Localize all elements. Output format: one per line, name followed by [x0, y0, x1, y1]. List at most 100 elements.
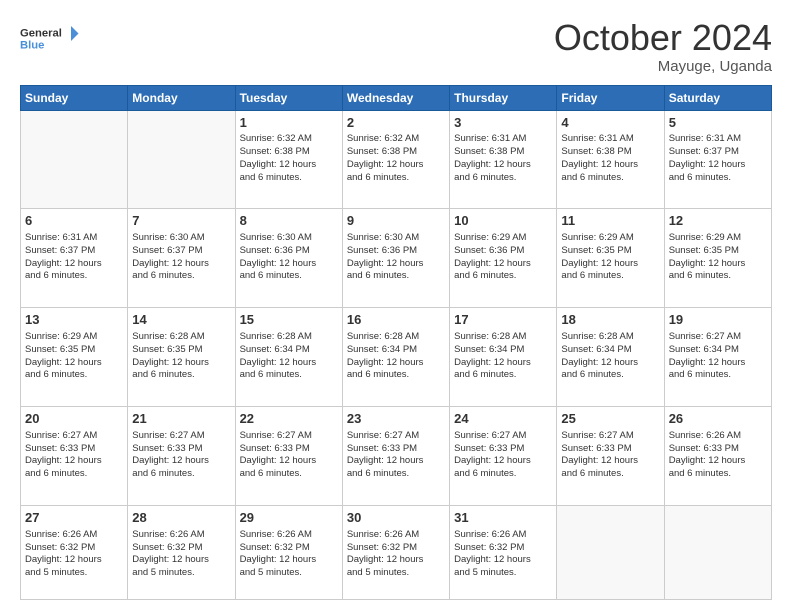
day-number: 29: [240, 509, 338, 527]
day-number: 20: [25, 410, 123, 428]
table-row: 17 Sunrise: 6:28 AMSunset: 6:34 PMDayligh…: [450, 308, 557, 407]
table-row: 28Sunrise: 6:26 AMSunset: 6:32 PMDayligh…: [128, 506, 235, 600]
day-number: 3: [454, 114, 552, 132]
day-number: 5: [669, 114, 767, 132]
table-row: 13 Sunrise: 6:29 AMSunset: 6:35 PMDayligh…: [21, 308, 128, 407]
day-info: Sunrise: 6:27 AMSunset: 6:34 PMDaylight:…: [669, 331, 767, 382]
page: General Blue October 2024 Mayuge, Uganda…: [0, 0, 792, 612]
month-title: October 2024: [554, 18, 772, 58]
table-row: 26 Sunrise: 6:26 AMSunset: 6:33 PMDayligh…: [664, 407, 771, 506]
day-info: Sunrise: 6:29 AMSunset: 6:35 PMDaylight:…: [669, 232, 767, 283]
day-info: Sunrise: 6:31 AMSunset: 6:37 PMDaylight:…: [669, 133, 767, 184]
day-number: 4: [561, 114, 659, 132]
table-row: 31 Sunrise: 6:26 AMSunset: 6:32 PMDayligh…: [450, 506, 557, 600]
table-row: 5Sunrise: 6:31 AMSunset: 6:37 PMDaylight…: [664, 110, 771, 209]
table-row: 15Sunrise: 6:28 AMSunset: 6:34 PMDayligh…: [235, 308, 342, 407]
table-row: 8 Sunrise: 6:30 AMSunset: 6:36 PMDaylight…: [235, 209, 342, 308]
table-row: 19Sunrise: 6:27 AMSunset: 6:34 PMDayligh…: [664, 308, 771, 407]
day-info: Sunrise: 6:29 AMSunset: 6:36 PMDaylight:…: [454, 232, 552, 283]
day-number: 7: [132, 212, 230, 230]
day-number: 24: [454, 410, 552, 428]
table-row: 10 Sunrise: 6:29 AMSunset: 6:36 PMDayligh…: [450, 209, 557, 308]
day-info: Sunrise: 6:27 AMSunset: 6:33 PMDaylight:…: [132, 430, 230, 481]
day-info: Sunrise: 6:28 AMSunset: 6:34 PMDaylight:…: [347, 331, 445, 382]
day-number: 14: [132, 311, 230, 329]
calendar-week-row: 6 Sunrise: 6:31 AMSunset: 6:37 PMDaylight…: [21, 209, 772, 308]
day-number: 11: [561, 212, 659, 230]
day-number: 18: [561, 311, 659, 329]
calendar-week-row: 1Sunrise: 6:32 AMSunset: 6:38 PMDaylight…: [21, 110, 772, 209]
col-friday: Friday: [557, 85, 664, 110]
table-row: 25 Sunrise: 6:27 AMSunset: 6:33 PMDayligh…: [557, 407, 664, 506]
col-wednesday: Wednesday: [342, 85, 449, 110]
table-row: 11Sunrise: 6:29 AMSunset: 6:35 PMDayligh…: [557, 209, 664, 308]
day-number: 31: [454, 509, 552, 527]
table-row: 29Sunrise: 6:26 AMSunset: 6:32 PMDayligh…: [235, 506, 342, 600]
svg-text:Blue: Blue: [20, 40, 44, 52]
col-sunday: Sunday: [21, 85, 128, 110]
day-number: 23: [347, 410, 445, 428]
calendar-header-row: Sunday Monday Tuesday Wednesday Thursday…: [21, 85, 772, 110]
table-row: 22 Sunrise: 6:27 AMSunset: 6:33 PMDayligh…: [235, 407, 342, 506]
day-info: Sunrise: 6:28 AMSunset: 6:34 PMDaylight:…: [454, 331, 552, 382]
calendar-table: Sunday Monday Tuesday Wednesday Thursday…: [20, 85, 772, 600]
table-row: 7 Sunrise: 6:30 AMSunset: 6:37 PMDaylight…: [128, 209, 235, 308]
calendar-week-row: 27 Sunrise: 6:26 AMSunset: 6:32 PMDayligh…: [21, 506, 772, 600]
table-row: 27 Sunrise: 6:26 AMSunset: 6:32 PMDayligh…: [21, 506, 128, 600]
day-number: 22: [240, 410, 338, 428]
table-row: 4Sunrise: 6:31 AMSunset: 6:38 PMDaylight…: [557, 110, 664, 209]
day-info: Sunrise: 6:27 AMSunset: 6:33 PMDaylight:…: [240, 430, 338, 481]
table-row: 14Sunrise: 6:28 AMSunset: 6:35 PMDayligh…: [128, 308, 235, 407]
day-info: Sunrise: 6:30 AMSunset: 6:37 PMDaylight:…: [132, 232, 230, 283]
table-row: [128, 110, 235, 209]
day-number: 1: [240, 114, 338, 132]
day-info: Sunrise: 6:27 AMSunset: 6:33 PMDaylight:…: [347, 430, 445, 481]
table-row: [557, 506, 664, 600]
calendar-week-row: 20 Sunrise: 6:27 AMSunset: 6:33 PMDayligh…: [21, 407, 772, 506]
day-info: Sunrise: 6:31 AMSunset: 6:37 PMDaylight:…: [25, 232, 123, 283]
table-row: 9 Sunrise: 6:30 AMSunset: 6:36 PMDaylight…: [342, 209, 449, 308]
logo: General Blue: [20, 18, 80, 58]
header: General Blue October 2024 Mayuge, Uganda: [20, 18, 772, 75]
table-row: 3Sunrise: 6:31 AMSunset: 6:38 PMDaylight…: [450, 110, 557, 209]
table-row: 23 Sunrise: 6:27 AMSunset: 6:33 PMDayligh…: [342, 407, 449, 506]
day-number: 26: [669, 410, 767, 428]
day-number: 9: [347, 212, 445, 230]
day-number: 25: [561, 410, 659, 428]
day-info: Sunrise: 6:26 AMSunset: 6:33 PMDaylight:…: [669, 430, 767, 481]
col-tuesday: Tuesday: [235, 85, 342, 110]
col-thursday: Thursday: [450, 85, 557, 110]
table-row: 21Sunrise: 6:27 AMSunset: 6:33 PMDayligh…: [128, 407, 235, 506]
day-number: 13: [25, 311, 123, 329]
day-info: Sunrise: 6:27 AMSunset: 6:33 PMDaylight:…: [454, 430, 552, 481]
table-row: [664, 506, 771, 600]
day-number: 2: [347, 114, 445, 132]
svg-text:General: General: [20, 28, 62, 40]
table-row: 6 Sunrise: 6:31 AMSunset: 6:37 PMDaylight…: [21, 209, 128, 308]
day-info: Sunrise: 6:26 AMSunset: 6:32 PMDaylight:…: [25, 529, 123, 580]
day-info: Sunrise: 6:26 AMSunset: 6:32 PMDaylight:…: [454, 529, 552, 580]
day-number: 15: [240, 311, 338, 329]
day-number: 27: [25, 509, 123, 527]
day-info: Sunrise: 6:31 AMSunset: 6:38 PMDaylight:…: [454, 133, 552, 184]
day-info: Sunrise: 6:29 AMSunset: 6:35 PMDaylight:…: [25, 331, 123, 382]
day-info: Sunrise: 6:30 AMSunset: 6:36 PMDaylight:…: [240, 232, 338, 283]
day-number: 28: [132, 509, 230, 527]
col-saturday: Saturday: [664, 85, 771, 110]
table-row: 2Sunrise: 6:32 AMSunset: 6:38 PMDaylight…: [342, 110, 449, 209]
day-number: 30: [347, 509, 445, 527]
day-number: 10: [454, 212, 552, 230]
day-info: Sunrise: 6:26 AMSunset: 6:32 PMDaylight:…: [347, 529, 445, 580]
day-info: Sunrise: 6:30 AMSunset: 6:36 PMDaylight:…: [347, 232, 445, 283]
table-row: [21, 110, 128, 209]
day-info: Sunrise: 6:32 AMSunset: 6:38 PMDaylight:…: [240, 133, 338, 184]
day-number: 12: [669, 212, 767, 230]
day-number: 17: [454, 311, 552, 329]
day-number: 6: [25, 212, 123, 230]
day-info: Sunrise: 6:27 AMSunset: 6:33 PMDaylight:…: [561, 430, 659, 481]
day-number: 8: [240, 212, 338, 230]
table-row: 24 Sunrise: 6:27 AMSunset: 6:33 PMDayligh…: [450, 407, 557, 506]
day-info: Sunrise: 6:27 AMSunset: 6:33 PMDaylight:…: [25, 430, 123, 481]
location: Mayuge, Uganda: [554, 58, 772, 75]
logo-svg: General Blue: [20, 18, 80, 58]
